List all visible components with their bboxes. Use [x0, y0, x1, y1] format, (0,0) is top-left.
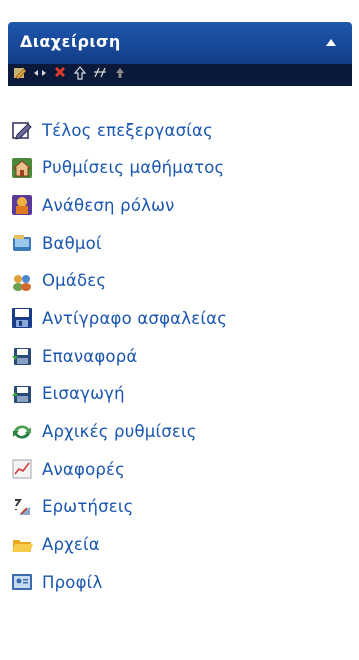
- move-down-button[interactable]: [112, 67, 128, 83]
- course-settings-icon: [10, 156, 34, 180]
- import-icon: [10, 382, 34, 406]
- menu-item-label: Εισαγωγή: [42, 384, 125, 404]
- menu-item-backup[interactable]: Αντίγραφο ασφαλείας: [8, 302, 352, 334]
- restore-icon: [10, 344, 34, 368]
- block-title: Διαχείριση: [20, 32, 121, 51]
- menu-item-course-settings[interactable]: Ρυθμίσεις μαθήματος: [8, 152, 352, 184]
- menu-item-grades[interactable]: Βαθμοί: [8, 227, 352, 259]
- menu-item-reports[interactable]: Αναφορές: [8, 453, 352, 485]
- files-icon: [10, 533, 34, 557]
- caret-up-icon: [325, 33, 337, 52]
- menu-item-label: Επαναφορά: [42, 346, 138, 366]
- roles-icon: [10, 193, 34, 217]
- delete-block-button[interactable]: [52, 67, 68, 83]
- menu-item-label: Αρχεία: [42, 535, 100, 555]
- menu-item-restore[interactable]: Επαναφορά: [8, 340, 352, 372]
- delete-icon: [52, 65, 68, 85]
- move-block-button[interactable]: [32, 67, 48, 83]
- administration-block: Διαχείριση Τέλος επεξεργασίας Ρυθμίσεις …: [8, 22, 352, 656]
- menu-item-reset[interactable]: Αρχικές ρυθμίσεις: [8, 416, 352, 448]
- reports-icon: [10, 457, 34, 481]
- edit-icon: [12, 65, 28, 85]
- menu-item-label: Βαθμοί: [42, 233, 102, 253]
- menu-item-label: Ομάδες: [42, 271, 107, 291]
- backup-icon: [10, 306, 34, 330]
- menu-item-label: Ανάθεση ρόλων: [42, 195, 175, 215]
- menu-item-label: Τέλος επεξεργασίας: [42, 120, 213, 140]
- move-icon: [32, 65, 48, 85]
- block-header: Διαχείριση: [8, 22, 352, 64]
- admin-menu: Τέλος επεξεργασίας Ρυθμίσεις μαθήματος Α…: [8, 114, 352, 604]
- edit-block-button[interactable]: [12, 67, 28, 83]
- menu-item-label: Αρχικές ρυθμίσεις: [42, 422, 197, 441]
- menu-item-files[interactable]: Αρχεία: [8, 529, 352, 561]
- menu-item-label: Προφίλ: [42, 572, 103, 592]
- profile-icon: [10, 570, 34, 594]
- menu-item-questions[interactable]: Ερωτήσεις: [8, 491, 352, 523]
- questions-icon: [10, 495, 34, 519]
- menu-item-label: Ρυθμίσεις μαθήματος: [42, 158, 225, 178]
- menu-item-assign-roles[interactable]: Ανάθεση ρόλων: [8, 189, 352, 221]
- menu-item-profile[interactable]: Προφίλ: [8, 566, 352, 598]
- reset-icon: [10, 420, 34, 444]
- move-up-button[interactable]: [72, 65, 88, 85]
- grades-icon: [10, 231, 34, 255]
- show-hide-button[interactable]: [92, 67, 108, 83]
- groups-icon: [10, 269, 34, 293]
- menu-item-import[interactable]: Εισαγωγή: [8, 378, 352, 410]
- block-toolbar: [8, 64, 352, 86]
- menu-item-label: Αντίγραφο ασφαλείας: [42, 308, 228, 328]
- edit-icon: [10, 118, 34, 142]
- menu-item-turn-editing-off[interactable]: Τέλος επεξεργασίας: [8, 114, 352, 146]
- collapse-toggle[interactable]: [320, 29, 342, 55]
- menu-item-label: Ερωτήσεις: [42, 497, 134, 517]
- move-down-icon: [112, 65, 128, 85]
- menu-item-label: Αναφορές: [42, 459, 126, 479]
- show-hide-icon: [92, 65, 108, 85]
- move-up-icon: [72, 65, 88, 85]
- menu-item-groups[interactable]: Ομάδες: [8, 265, 352, 297]
